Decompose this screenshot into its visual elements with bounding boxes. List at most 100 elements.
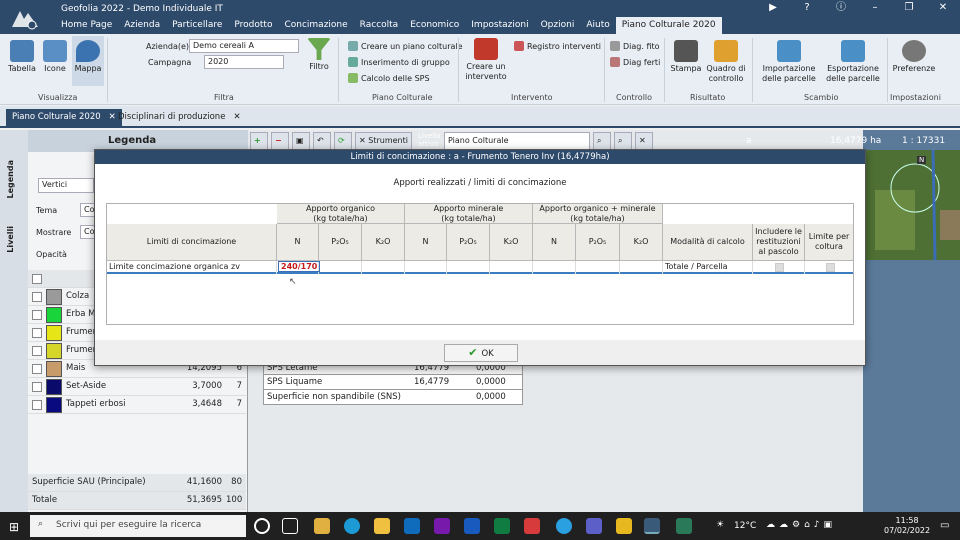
item-checkbox[interactable] (32, 346, 42, 356)
edge-icon[interactable] (344, 518, 360, 534)
menu-raccolta[interactable]: Raccolta (354, 17, 405, 34)
menu-economico[interactable]: Economico (404, 17, 465, 34)
side-tab-legenda[interactable]: Legenda (6, 160, 15, 199)
menu-particellare[interactable]: Particellare (166, 17, 228, 34)
info-icon[interactable]: ⓘ (824, 0, 858, 16)
list-item[interactable]: Tappeti erbosi 3,4648 7 (28, 396, 246, 414)
restore-icon[interactable]: ❐ (892, 0, 926, 16)
om-p-cell[interactable] (576, 261, 620, 274)
task-view-icon[interactable] (282, 518, 298, 534)
calcolo-sps-button[interactable]: Calcolo delle SPS (348, 73, 430, 83)
acrobat-icon[interactable] (524, 518, 540, 534)
menu-prodotto[interactable]: Prodotto (228, 17, 278, 34)
item-checkbox[interactable] (32, 292, 42, 302)
om-k-cell[interactable] (620, 261, 663, 274)
tabella-button[interactable]: Tabella (6, 40, 38, 74)
modalita-cell[interactable]: Totale / Parcella (663, 261, 753, 274)
menu-aiuto[interactable]: Aiuto (580, 17, 615, 34)
quadro-controllo-button[interactable]: Quadro di controllo (704, 40, 748, 84)
refresh-icon[interactable]: ⟳ (334, 132, 352, 150)
strumenti-button[interactable]: ✕ Strumenti (355, 132, 412, 150)
icone-button[interactable]: Icone (40, 40, 70, 74)
notification-icon[interactable]: ▭ (940, 520, 949, 531)
side-tab-livelli[interactable]: Livelli (6, 226, 15, 253)
importazione-button[interactable]: Importazione delle parcelle (756, 40, 822, 84)
folder-icon[interactable] (374, 518, 390, 534)
cortana-icon[interactable] (254, 518, 270, 534)
onenote-icon[interactable] (434, 518, 450, 534)
menu-azienda[interactable]: Azienda (118, 17, 166, 34)
help-icon[interactable]: ? (790, 0, 824, 16)
campagna-label: Campagna (148, 58, 192, 67)
group-visualizza: Visualizza (38, 93, 78, 102)
menu-opzioni[interactable]: Opzioni (535, 17, 581, 34)
select-all-checkbox[interactable] (32, 274, 42, 284)
mappa-button[interactable]: Mappa (72, 36, 104, 86)
diag-ferti-button[interactable]: Diag ferti (610, 57, 660, 67)
item-checkbox[interactable] (32, 400, 42, 410)
org-p-cell[interactable] (319, 261, 362, 274)
close-icon[interactable]: ✕ (926, 0, 960, 16)
stampa-button[interactable]: Stampa (668, 40, 704, 74)
tab-piano-colturale[interactable]: Piano Colturale 2020 ✕ (6, 109, 122, 128)
esportazione-button[interactable]: Esportazione delle parcelle (822, 40, 884, 84)
azienda-select[interactable]: Demo cereali A (189, 39, 299, 53)
save-icon[interactable]: ▣ (292, 132, 310, 150)
undo-icon[interactable]: ↶ (313, 132, 331, 150)
excel-icon[interactable] (494, 518, 510, 534)
om-n-cell[interactable] (533, 261, 576, 274)
inserimento-gruppo-button[interactable]: Inserimento di gruppo (348, 57, 450, 67)
org-k-cell[interactable] (362, 261, 405, 274)
table-row[interactable]: Limite concimazione organica zv 240/170 … (107, 261, 853, 274)
taskbar-search[interactable]: ⌕ Scrivi qui per eseguire la ricerca (30, 515, 246, 537)
ok-button[interactable]: ✔ OK (444, 344, 518, 362)
windows-start-icon[interactable]: ⊞ (9, 520, 19, 534)
filtro-button[interactable]: Filtro (305, 38, 333, 72)
item-checkbox[interactable] (32, 310, 42, 320)
close-icon[interactable]: ✕ (634, 132, 653, 150)
campagna-select[interactable]: 2020 (204, 55, 284, 69)
min-p-cell[interactable] (447, 261, 490, 274)
teams-icon[interactable] (586, 518, 602, 534)
ribbon-separator (887, 38, 888, 102)
tray-icons[interactable]: ☁☁⚙⌂♪▣ (766, 520, 836, 530)
crea-piano-button[interactable]: Creare un piano colturale (348, 41, 463, 51)
color-swatch (46, 343, 62, 359)
crea-intervento-button[interactable]: Creare un intervento (462, 38, 510, 82)
menu-concimazione[interactable]: Concimazione (278, 17, 353, 34)
minimize-icon[interactable]: – (858, 0, 892, 16)
powerbi-icon[interactable] (616, 518, 632, 534)
list-item[interactable]: Set-Aside 3,7000 7 (28, 378, 246, 396)
min-k-cell[interactable] (490, 261, 533, 274)
registro-interventi-button[interactable]: Registro interventi (514, 41, 601, 51)
diag-fito-button[interactable]: Diag. fito (610, 41, 660, 51)
map-view[interactable]: N (865, 150, 960, 260)
menu-piano-colturale[interactable]: Piano Colturale 2020 (615, 17, 722, 34)
min-n-cell[interactable] (405, 261, 447, 274)
vertici-button[interactable]: Vertici (38, 178, 94, 193)
teamviewer-icon[interactable] (556, 518, 572, 534)
search-icon[interactable]: ⌕ (613, 132, 632, 150)
item-checkbox[interactable] (32, 364, 42, 374)
menu-home[interactable]: Home Page (55, 17, 118, 34)
menu-impostazioni[interactable]: Impostazioni (465, 17, 534, 34)
app-icon[interactable] (676, 518, 692, 534)
clock[interactable]: 11:58 07/02/2022 (884, 516, 930, 536)
tab-disciplinari[interactable]: Disciplinari di produzione ✕ (112, 109, 247, 128)
remove-icon[interactable]: − (271, 132, 289, 150)
livello-select[interactable]: Piano Colturale (443, 132, 590, 150)
item-checkbox[interactable] (32, 382, 42, 392)
preferenze-button[interactable]: Preferenze (890, 40, 938, 74)
add-icon[interactable]: + (250, 132, 268, 150)
geofolia-taskbar-icon[interactable] (644, 518, 660, 534)
org-n-cell[interactable]: 240/170 (277, 261, 321, 274)
zoom-icon[interactable]: ⌕ (592, 132, 611, 150)
color-swatch (46, 307, 62, 323)
sps-table: SPS Letame 16,4779 0,0000 SPS Liquame 16,47… (263, 360, 523, 405)
play-icon[interactable]: ▶ (756, 0, 790, 16)
explorer-icon[interactable] (314, 518, 330, 534)
word-icon[interactable] (464, 518, 480, 534)
item-checkbox[interactable] (32, 328, 42, 338)
close-icon[interactable]: ✕ (233, 112, 240, 125)
outlook-icon[interactable] (404, 518, 420, 534)
